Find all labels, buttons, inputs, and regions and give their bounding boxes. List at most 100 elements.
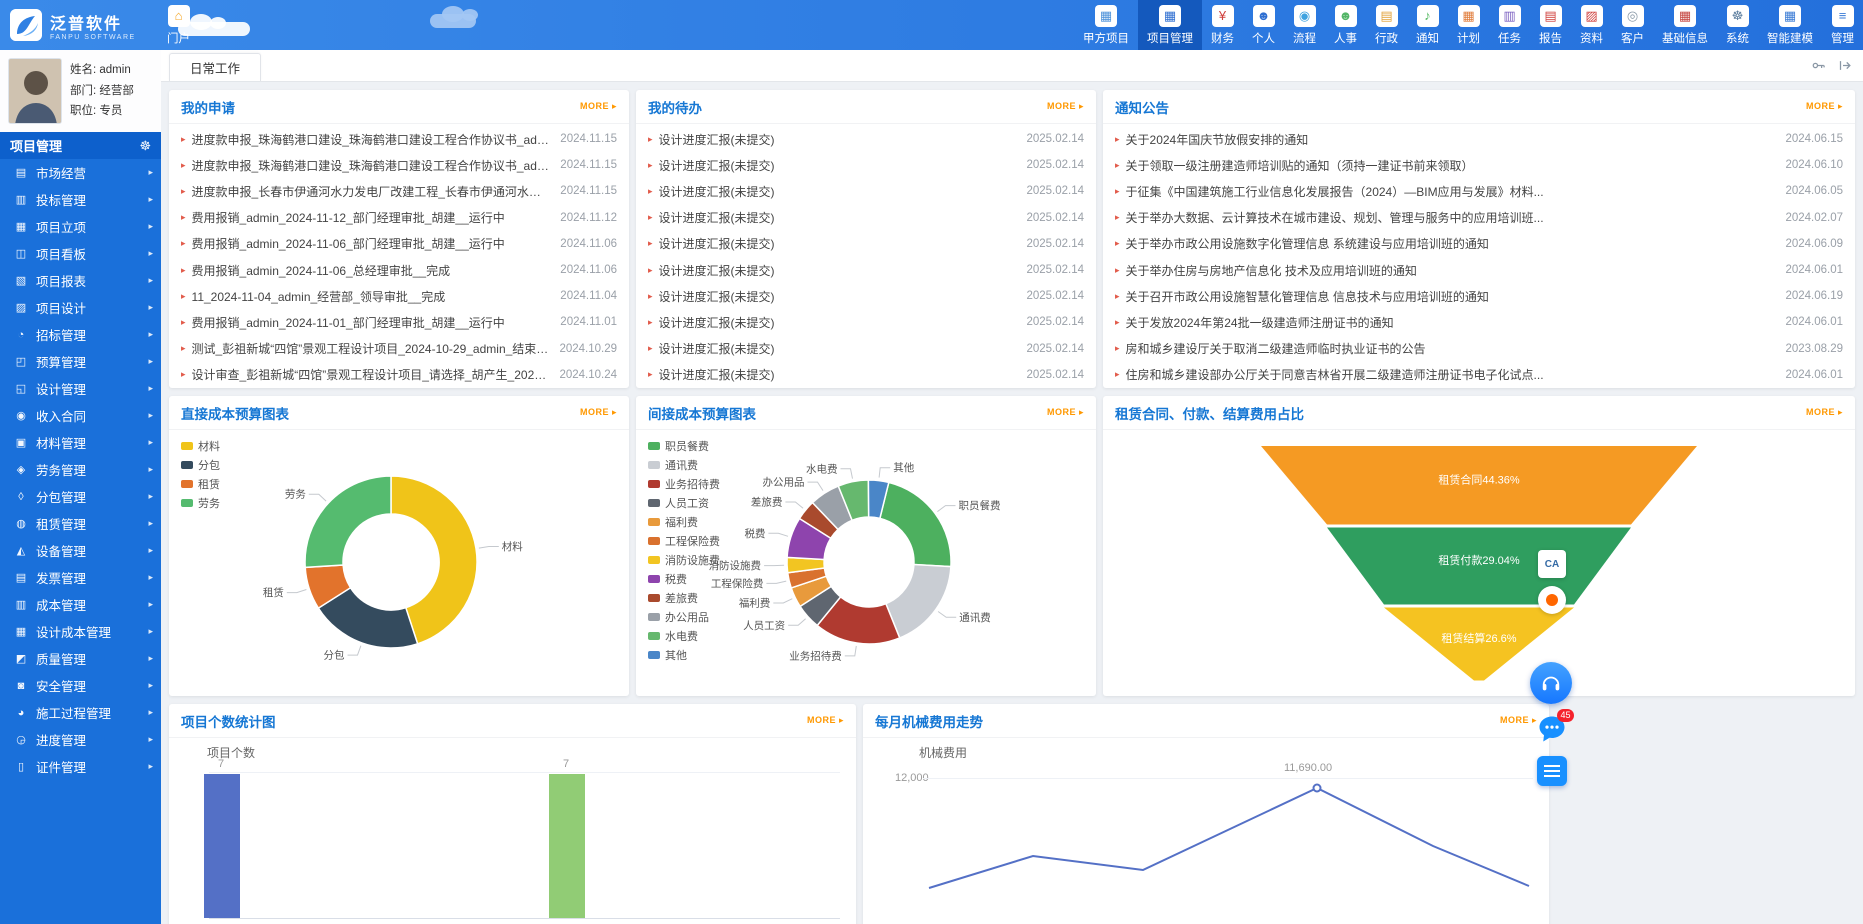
chat-panel-button[interactable] (1537, 756, 1567, 786)
legend-item[interactable]: 租赁 (181, 476, 220, 492)
sidebar-item-construction-process[interactable]: ◕施工过程管理 (0, 699, 161, 726)
list-item[interactable]: 于征集《中国建筑施工行业信息化发展报告（2024）—BIM应用与发展》材料...… (1103, 178, 1855, 204)
more-link[interactable]: MORE (1500, 715, 1537, 726)
sidebar-item-project-initiation[interactable]: ▦项目立项 (0, 213, 161, 240)
nav-administration[interactable]: ▤行政 (1366, 0, 1407, 50)
list-item[interactable]: 测试_彭祖新城“四馆”景观工程设计项目_2024-10-29_admin_结束_… (169, 336, 629, 362)
legend-item[interactable]: 办公用品 (648, 609, 720, 625)
tab-daily-work[interactable]: 日常工作 (169, 53, 261, 81)
sidebar-item-market[interactable]: ▤市场经营 (0, 159, 161, 186)
list-item[interactable]: 进度款申报_长春市伊通河水力发电厂改建工程_长春市伊通河水力发电...2024.… (169, 178, 629, 204)
more-link[interactable]: MORE (807, 715, 844, 726)
sidebar-item-labor[interactable]: ◈劳务管理 (0, 456, 161, 483)
nav-base-info[interactable]: ▦基础信息 (1653, 0, 1717, 50)
list-item[interactable]: 设计进度汇报(未提交)2025.02.14 (636, 152, 1096, 178)
sidebar-item-safety[interactable]: ◙安全管理 (0, 672, 161, 699)
message-button[interactable]: 45 (1537, 714, 1567, 744)
list-item[interactable]: 住房和城乡建设部办公厅关于同意吉林省开展二级建造师注册证书电子化试点...202… (1103, 362, 1855, 388)
bar[interactable] (549, 774, 585, 918)
nav-document[interactable]: ▨资料 (1571, 0, 1612, 50)
list-item[interactable]: 设计进度汇报(未提交)2025.02.14 (636, 205, 1096, 231)
list-item[interactable]: 设计进度汇报(未提交)2025.02.14 (636, 178, 1096, 204)
nav-finance[interactable]: ¥财务 (1202, 0, 1243, 50)
sidebar-item-subcontract[interactable]: ◊分包管理 (0, 483, 161, 510)
nav-intelligent-modeling[interactable]: ▦智能建模 (1758, 0, 1822, 50)
list-item[interactable]: 11_2024-11-04_admin_经营部_领导审批__完成2024.11.… (169, 283, 629, 309)
nav-notification[interactable]: ♪通知 (1407, 0, 1448, 50)
customer-service-button[interactable] (1530, 662, 1572, 704)
app-logo[interactable]: 泛普软件 FANPU SOFTWARE (0, 9, 158, 41)
user-avatar[interactable] (8, 58, 62, 124)
list-item[interactable]: 关于2024年国庆节放假安排的通知2024.06.15 (1103, 126, 1855, 152)
legend-item[interactable]: 职员餐费 (648, 438, 720, 454)
list-item[interactable]: 关于举办住房与房地产信息化 技术及应用培训班的通知2024.06.01 (1103, 257, 1855, 283)
sidebar-item-budget[interactable]: ◰预算管理 (0, 348, 161, 375)
line-series[interactable] (929, 788, 1529, 888)
sidebar-item-quality[interactable]: ◩质量管理 (0, 645, 161, 672)
qq-contact-widget[interactable] (1538, 586, 1566, 614)
list-item[interactable]: 费用报销_admin_2024-11-12_部门经理审批_胡建__运行中2024… (169, 205, 629, 231)
legend-item[interactable]: 人员工资 (648, 495, 720, 511)
legend-item[interactable]: 劳务 (181, 495, 220, 511)
nav-hr[interactable]: ☻人事 (1325, 0, 1366, 50)
legend-item[interactable]: 其他 (648, 647, 720, 663)
nav-plan[interactable]: ▦计划 (1448, 0, 1489, 50)
legend-item[interactable]: 分包 (181, 457, 220, 473)
legend-item[interactable]: 消防设施费 (648, 552, 720, 568)
list-item[interactable]: 关于举办市政公用设施数字化管理信息 系统建设与应用培训班的通知2024.06.0… (1103, 231, 1855, 257)
list-item[interactable]: 费用报销_admin_2024-11-06_总经理审批__完成2024.11.0… (169, 257, 629, 283)
sidebar-item-income-contract[interactable]: ◉收入合同 (0, 402, 161, 429)
list-item[interactable]: 关于举办大数据、云计算技术在城市建设、规划、管理与服务中的应用培训班...202… (1103, 205, 1855, 231)
nav-management[interactable]: ≡管理 (1822, 0, 1863, 50)
more-link[interactable]: MORE (580, 407, 617, 418)
sidebar-item-project-design[interactable]: ▨项目设计 (0, 294, 161, 321)
sidebar-item-project-report[interactable]: ▧项目报表 (0, 267, 161, 294)
list-item[interactable]: 关于发放2024年第24批一级建造师注册证书的通知2024.06.01 (1103, 309, 1855, 335)
list-item[interactable]: 设计进度汇报(未提交)2025.02.14 (636, 126, 1096, 152)
list-item[interactable]: 进度款申报_珠海鹤港口建设_珠海鹤港口建设工程合作协议书_admin_...20… (169, 126, 629, 152)
sidebar-item-design-mgmt[interactable]: ◱设计管理 (0, 375, 161, 402)
list-item[interactable]: 设计进度汇报(未提交)2025.02.14 (636, 231, 1096, 257)
sidebar-item-lease[interactable]: ◍租赁管理 (0, 510, 161, 537)
nav-workflow[interactable]: ◉流程 (1284, 0, 1325, 50)
legend-item[interactable]: 税费 (648, 571, 720, 587)
sidebar-item-certificate[interactable]: ▯证件管理 (0, 753, 161, 780)
list-item[interactable]: 设计进度汇报(未提交)2025.02.14 (636, 336, 1096, 362)
nav-project-management[interactable]: ▦项目管理 (1138, 0, 1202, 50)
legend-item[interactable]: 业务招待费 (648, 476, 720, 492)
expand-icon[interactable] (1838, 58, 1853, 73)
list-item[interactable]: 关于召开市政公用设施智慧化管理信息 信息技术与应用培训班的通知2024.06.1… (1103, 283, 1855, 309)
key-icon[interactable] (1811, 58, 1826, 73)
chart-slice[interactable] (880, 482, 951, 566)
more-link[interactable]: MORE (1806, 407, 1843, 418)
ca-widget[interactable]: CA (1538, 550, 1566, 578)
more-link[interactable]: MORE (580, 101, 617, 112)
sidebar-item-progress[interactable]: ◶进度管理 (0, 726, 161, 753)
legend-item[interactable]: 水电费 (648, 628, 720, 644)
sidebar-item-tender[interactable]: ◔招标管理 (0, 321, 161, 348)
sidebar-item-project-kanban[interactable]: ◫项目看板 (0, 240, 161, 267)
list-item[interactable]: 房和城乡建设厅关于取消二级建造师临时执业证书的公告2023.08.29 (1103, 336, 1855, 362)
chart-slice[interactable] (305, 476, 391, 567)
nav-task[interactable]: ▥任务 (1489, 0, 1530, 50)
legend-item[interactable]: 工程保险费 (648, 533, 720, 549)
legend-item[interactable]: 福利费 (648, 514, 720, 530)
list-item[interactable]: 设计进度汇报(未提交)2025.02.14 (636, 309, 1096, 335)
list-item[interactable]: 设计进度汇报(未提交)2025.02.14 (636, 362, 1096, 388)
list-item[interactable]: 费用报销_admin_2024-11-01_部门经理审批_胡建__运行中2024… (169, 309, 629, 335)
more-link[interactable]: MORE (1806, 101, 1843, 112)
legend-item[interactable]: 通讯费 (648, 457, 720, 473)
gear-icon[interactable] (139, 138, 151, 154)
list-item[interactable]: 设计审查_彭祖新城“四馆”景观工程设计项目_请选择_胡产生_2024-10-2.… (169, 362, 629, 388)
list-item[interactable]: 费用报销_admin_2024-11-06_部门经理审批_胡建__运行中2024… (169, 231, 629, 257)
bar[interactable] (204, 774, 240, 918)
more-link[interactable]: MORE (1047, 101, 1084, 112)
more-link[interactable]: MORE (1047, 407, 1084, 418)
data-point[interactable] (1314, 785, 1321, 792)
nav-personal[interactable]: ☻个人 (1243, 0, 1284, 50)
sidebar-item-equipment[interactable]: ◭设备管理 (0, 537, 161, 564)
legend-item[interactable]: 材料 (181, 438, 220, 454)
nav-customer[interactable]: ◎客户 (1612, 0, 1653, 50)
nav-party-a-project[interactable]: ▦甲方项目 (1074, 0, 1138, 50)
sidebar-item-bidding[interactable]: ▥投标管理 (0, 186, 161, 213)
